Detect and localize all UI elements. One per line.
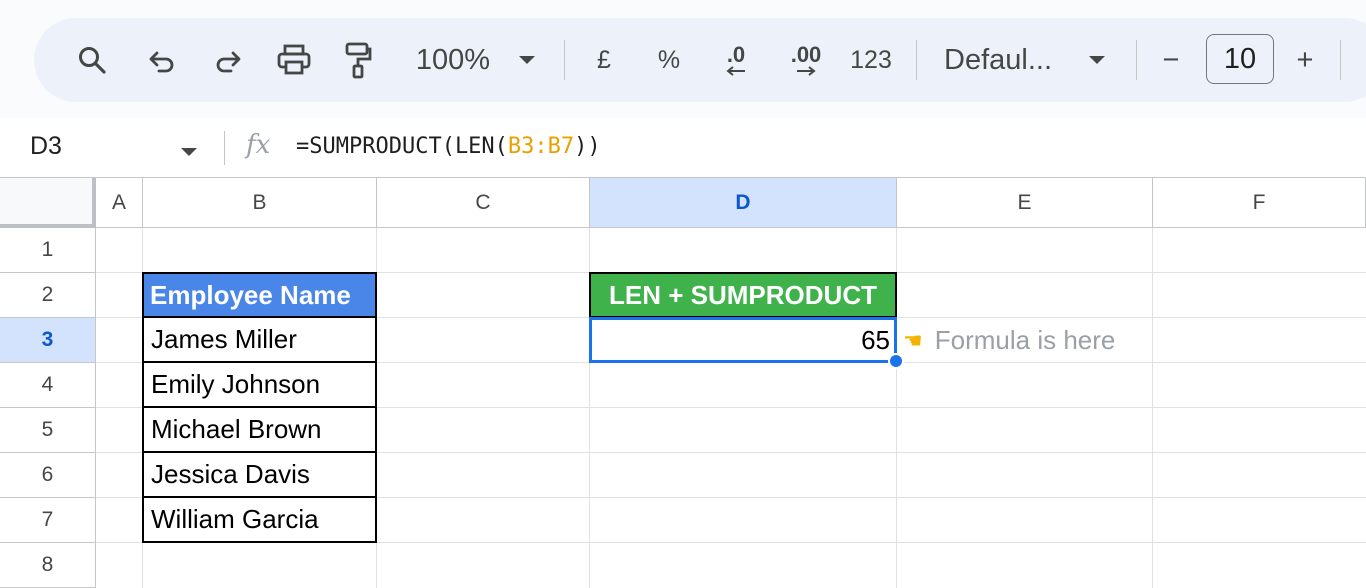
row-header-1[interactable]: 1 xyxy=(0,228,96,273)
formula-range-ref: B3:B7 xyxy=(507,134,575,159)
font-family-select[interactable]: Defaul... xyxy=(944,18,1064,102)
zoom-value: 100% xyxy=(415,43,491,76)
number-format-button[interactable]: 123 xyxy=(848,18,894,102)
row-header-8[interactable]: 8 xyxy=(0,543,96,588)
toolbar-divider xyxy=(916,40,917,80)
column-header-f[interactable]: F xyxy=(1153,178,1366,228)
paint-format-icon[interactable] xyxy=(338,18,378,102)
name-box[interactable]: D3 xyxy=(30,132,62,161)
pointing-hand-icon: ☚ xyxy=(903,327,923,353)
column-header-d[interactable]: D xyxy=(590,178,897,228)
gridline xyxy=(1152,228,1153,588)
formula-note-text: Formula is here xyxy=(934,325,1116,355)
font-family-dropdown-icon[interactable] xyxy=(1084,18,1110,102)
arrow-right-icon xyxy=(797,66,816,76)
column-header-e[interactable]: E xyxy=(897,178,1153,228)
len-sumproduct-header[interactable]: LEN + SUMPRODUCT xyxy=(589,272,897,318)
formula-bar: D3 fx =SUMPRODUCT(LEN(B3:B7)) xyxy=(0,118,1366,178)
decrease-decimal-label: .0 xyxy=(726,42,746,67)
employee-cell[interactable]: Jessica Davis xyxy=(142,453,377,498)
decrease-decimal-button[interactable]: .0 xyxy=(716,18,756,102)
toolbar: 100% £ % .0 .00 123 Defaul... − 10 + xyxy=(34,18,1366,102)
toolbar-area: 100% £ % .0 .00 123 Defaul... − 10 + xyxy=(0,0,1366,118)
fill-handle[interactable] xyxy=(888,353,904,369)
row-header-3[interactable]: 3 xyxy=(0,318,96,363)
search-icon[interactable] xyxy=(70,18,114,102)
toolbar-divider xyxy=(1340,40,1341,80)
toolbar-divider xyxy=(1136,40,1137,80)
zoom-select[interactable]: 100% xyxy=(410,18,496,102)
formula-note: ☚ Formula is here xyxy=(903,318,1115,363)
name-box-dropdown-icon[interactable] xyxy=(180,144,198,162)
minus-icon: − xyxy=(1162,43,1180,76)
select-all-corner[interactable] xyxy=(0,178,96,228)
font-size-input[interactable]: 10 xyxy=(1206,34,1274,84)
employee-cell[interactable]: Michael Brown xyxy=(142,408,377,453)
redo-icon[interactable] xyxy=(208,18,248,102)
plus-icon: + xyxy=(1296,43,1314,76)
number-format-label: 123 xyxy=(850,45,892,74)
zoom-dropdown-icon[interactable] xyxy=(514,18,540,102)
employee-cell[interactable]: James Miller xyxy=(142,318,377,363)
increase-font-size-button[interactable]: + xyxy=(1290,18,1320,102)
currency-format-button[interactable]: £ xyxy=(590,18,618,102)
formula-suffix: )) xyxy=(574,134,601,159)
decrease-font-size-button[interactable]: − xyxy=(1156,18,1186,102)
percent-format-button[interactable]: % xyxy=(654,18,684,102)
increase-decimal-button[interactable]: .00 xyxy=(782,18,830,102)
toolbar-divider xyxy=(564,40,565,80)
print-icon[interactable] xyxy=(272,18,316,102)
column-header-b[interactable]: B xyxy=(143,178,377,228)
row-header-6[interactable]: 6 xyxy=(0,453,96,498)
currency-icon: £ xyxy=(597,45,611,74)
employee-cell[interactable]: Emily Johnson xyxy=(142,363,377,408)
row-header-4[interactable]: 4 xyxy=(0,363,96,408)
employee-cell[interactable]: William Garcia xyxy=(142,498,377,543)
undo-icon[interactable] xyxy=(142,18,182,102)
row-header-7[interactable]: 7 xyxy=(0,498,96,543)
employee-name-header[interactable]: Employee Name xyxy=(142,272,377,318)
column-header-c[interactable]: C xyxy=(377,178,590,228)
formula-prefix: =SUMPRODUCT(LEN( xyxy=(296,134,508,159)
percent-icon: % xyxy=(657,45,681,74)
font-family-value: Defaul... xyxy=(944,43,1052,76)
row-header-5[interactable]: 5 xyxy=(0,408,96,453)
arrow-left-icon xyxy=(726,66,745,76)
increase-decimal-label: .00 xyxy=(790,42,822,67)
formula-bar-divider xyxy=(224,131,225,165)
result-cell[interactable]: 65 xyxy=(589,317,897,363)
column-header-a[interactable]: A xyxy=(96,178,143,228)
formula-input[interactable]: =SUMPRODUCT(LEN(B3:B7)) xyxy=(296,134,601,159)
fx-icon: fx xyxy=(246,130,271,160)
row-header-2[interactable]: 2 xyxy=(0,273,96,318)
